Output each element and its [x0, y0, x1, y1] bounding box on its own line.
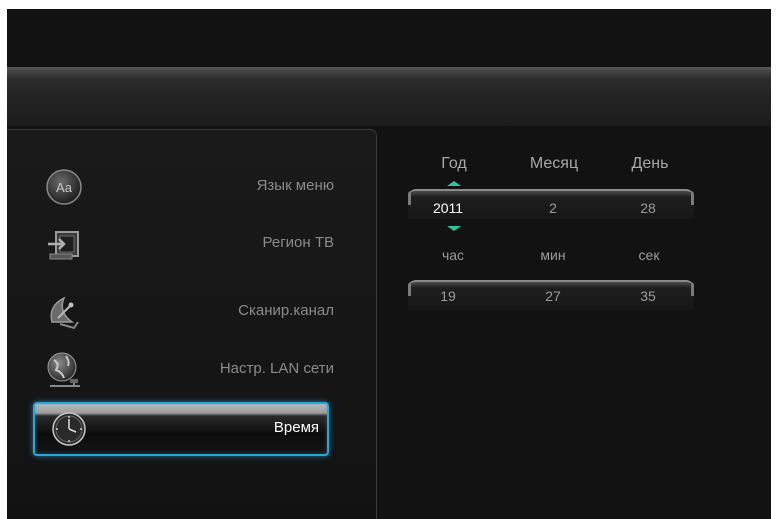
minute-value[interactable]: 27: [513, 288, 593, 304]
year-value[interactable]: 2011: [408, 200, 488, 216]
tv-settings-screen: Aa Язык меню Регион ТВ Сканир.канал Наст…: [7, 9, 771, 519]
time-value-box: 19 27 35: [408, 280, 694, 310]
menu-item-language[interactable]: Aa Язык меню: [7, 163, 334, 211]
up-arrow-icon[interactable]: [447, 181, 461, 186]
language-aa-icon: Aa: [44, 167, 84, 207]
tv-region-icon: [44, 224, 84, 264]
year-header: Год: [441, 155, 467, 172]
menu-label: Регион ТВ: [262, 234, 335, 251]
down-arrow-icon[interactable]: [447, 226, 461, 231]
hour-value[interactable]: 19: [408, 288, 488, 304]
header-bar: [7, 67, 771, 126]
month-header: Месяц: [529, 155, 579, 172]
menu-item-time[interactable]: Время: [33, 402, 329, 456]
menu-label: Сканир.канал: [238, 302, 334, 319]
day-header: День: [631, 155, 669, 172]
settings-menu-panel: Aa Язык меню Регион ТВ Сканир.канал Наст…: [7, 129, 377, 519]
month-value[interactable]: 2: [513, 200, 593, 216]
svg-text:Aa: Aa: [56, 180, 73, 195]
menu-label: Время: [273, 419, 319, 436]
menu-label: Язык меню: [256, 177, 334, 194]
menu-item-tv-region[interactable]: Регион ТВ: [7, 220, 334, 268]
menu-item-lan-settings[interactable]: Настр. LAN сети: [7, 346, 334, 394]
satellite-dish-icon: [44, 292, 84, 332]
second-value[interactable]: 35: [608, 288, 688, 304]
hour-header: час: [441, 247, 465, 263]
top-band: [7, 9, 771, 67]
minute-header: мин: [540, 247, 566, 263]
globe-network-icon: [44, 350, 84, 390]
second-header: сек: [638, 247, 660, 263]
day-value[interactable]: 28: [608, 200, 688, 216]
menu-item-channel-scan[interactable]: Сканир.канал: [7, 288, 334, 336]
date-value-box: 2011 2 28: [408, 189, 694, 219]
clock-icon: [49, 409, 89, 449]
menu-label: Настр. LAN сети: [219, 360, 334, 377]
